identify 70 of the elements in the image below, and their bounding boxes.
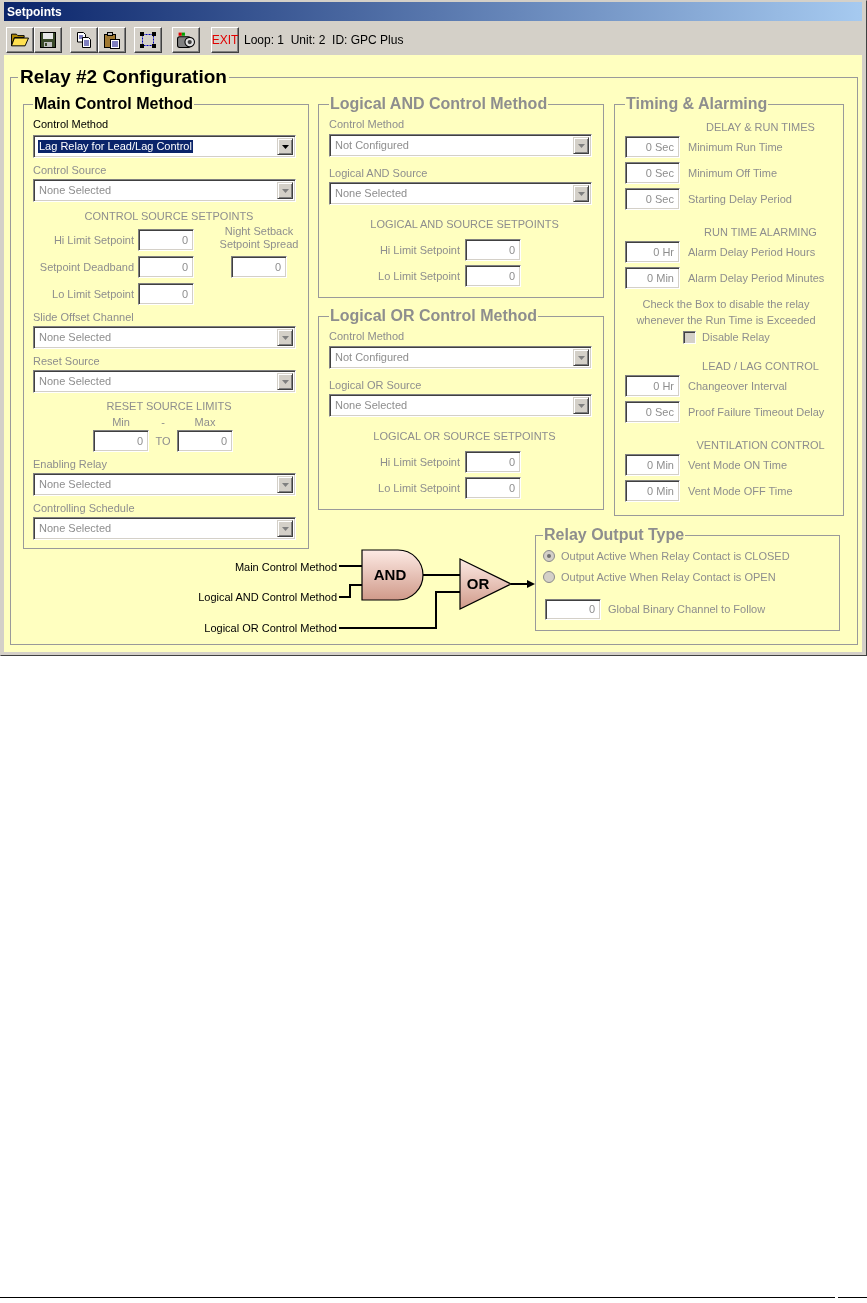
field-label: Lo Limit Setpoint <box>377 269 460 283</box>
page-title: Relay #2 Configuration <box>19 66 228 88</box>
copy-button[interactable] <box>70 27 98 53</box>
section-heading: DELAY & RUN TIMES <box>705 121 816 134</box>
or-gate: OR <box>459 558 513 610</box>
connector-line <box>422 574 461 576</box>
field-label: TO <box>155 434 171 448</box>
field-label: Setpoint Deadband <box>39 260 134 274</box>
field-label: - <box>161 416 165 429</box>
section-heading: LOGICAL AND SOURCE SETPOINTS <box>369 218 560 231</box>
group-title: Logical AND Control Method <box>329 95 549 113</box>
field-label: Vent Mode ON Time <box>688 458 788 472</box>
note-text: Check the Box to disable the relay whenever the Run Time is Exceeded <box>635 297 817 328</box>
field-label: Starting Delay Period <box>688 192 792 206</box>
save-button[interactable] <box>34 27 62 53</box>
field-label: Minimum Run Time <box>688 140 783 154</box>
group-title: Relay Output Type <box>543 526 686 544</box>
connector-line <box>338 565 363 567</box>
field-label: Control Method <box>329 330 406 343</box>
field-label: Minimum Off Time <box>688 166 778 180</box>
section-heading: CONTROL SOURCE SETPOINTS <box>83 210 255 223</box>
dropdown[interactable]: Lag Relay for Lead/Lag Control <box>33 135 296 158</box>
section-heading: VENTILATION CONTROL <box>695 439 826 452</box>
field-label: Alarm Delay Period Minutes <box>688 271 825 285</box>
field-label: Min <box>112 416 130 429</box>
field-label: Global Binary Channel to Follow <box>608 603 766 616</box>
window-title: Setpoints <box>7 4 62 19</box>
field-label: Proof Failure Timeout Delay <box>688 405 825 419</box>
camera-icon <box>177 32 195 48</box>
output-arrow <box>510 580 535 588</box>
field-label: Control Method <box>33 118 110 131</box>
selection-button[interactable] <box>134 27 162 53</box>
selection-frame-icon <box>140 32 156 48</box>
and-gate: AND <box>361 549 424 601</box>
clipboard-icon <box>104 31 120 49</box>
field-label: Control Method <box>329 118 406 131</box>
status-text: Loop: 1 Unit: 2 ID: GPC Plus <box>244 32 404 49</box>
folder-icon <box>11 33 29 47</box>
section-heading: RUN TIME ALARMING <box>703 226 818 239</box>
section-heading: LEAD / LAG CONTROL <box>701 360 820 373</box>
field-label: Lo Limit Setpoint <box>377 481 460 495</box>
field-label: Logical AND Source <box>329 167 429 180</box>
field-label: Logical OR Source <box>329 379 423 392</box>
group-title: Main Control Method <box>33 95 195 113</box>
field-label: Slide Offset Channel <box>33 311 135 324</box>
input-label: Main Control Method <box>234 561 337 573</box>
field-label: Alarm Delay Period Hours <box>688 245 816 259</box>
field-label: Hi Limit Setpoint <box>53 233 134 247</box>
input-label: Logical OR Control Method <box>204 622 337 634</box>
group-title: Logical OR Control Method <box>329 307 539 325</box>
field-label: Max <box>194 416 216 429</box>
input-label: Logical AND Control Method <box>198 591 337 603</box>
open-button[interactable] <box>6 27 34 53</box>
camera-button[interactable] <box>172 27 200 53</box>
exit-button[interactable]: EXIT <box>211 27 239 53</box>
field-label: Changeover Interval <box>688 379 788 393</box>
field-label: Night Setback Setpoint Spread <box>218 225 300 251</box>
field-label: Hi Limit Setpoint <box>378 243 460 257</box>
field-label: Hi Limit Setpoint <box>378 455 460 469</box>
section-heading: LOGICAL OR SOURCE SETPOINTS <box>372 430 557 443</box>
field-label: Lo Limit Setpoint <box>52 287 134 301</box>
field-label: Control Source <box>33 164 108 177</box>
group-title: Timing & Alarming <box>625 95 769 113</box>
two-pages-icon <box>77 32 91 48</box>
field-label: Reset Source <box>33 355 101 368</box>
field-label: Vent Mode OFF Time <box>688 484 793 498</box>
field-label: Enabling Relay <box>33 458 108 471</box>
section-heading: RESET SOURCE LIMITS <box>105 400 233 413</box>
paste-button[interactable] <box>98 27 126 53</box>
field-label: Controlling Schedule <box>33 502 136 515</box>
